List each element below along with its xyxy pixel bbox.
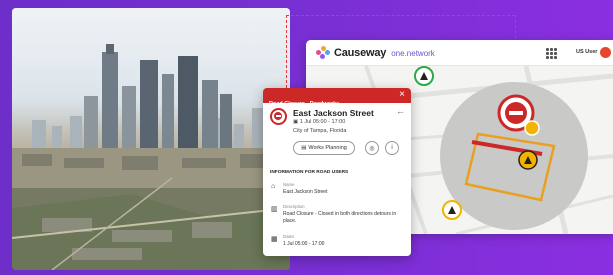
user-label[interactable]: US User: [576, 49, 597, 55]
brand-subtitle: one.network: [391, 48, 435, 58]
arrow-left-icon[interactable]: ←: [396, 106, 405, 116]
document-icon: ▥: [271, 206, 278, 213]
field-label-dates: Dates: [283, 234, 295, 239]
connector-line-top: [286, 15, 515, 16]
apps-grid-icon[interactable]: [546, 48, 557, 59]
roadworks-marker-center: [518, 150, 538, 170]
field-value-name: East Jackson Street: [283, 189, 328, 195]
clipboard-icon: ▤: [301, 145, 307, 151]
popup-city: City of Tampa, Florida: [293, 128, 347, 134]
roadworks-marker-top: [414, 66, 434, 86]
close-icon[interactable]: ×: [399, 89, 405, 101]
works-planning-button[interactable]: ▤ Works Planning: [293, 141, 355, 155]
popup-time: ▣ 1 Jul 05:00 - 17:00: [293, 119, 346, 125]
logo-mark-icon: [316, 46, 330, 60]
road-closure-icon: [270, 108, 287, 125]
popup-header: Road Closure - Roadworks ×: [263, 88, 411, 107]
user-avatar-icon[interactable]: [600, 47, 611, 58]
brand-name: Causeway: [334, 47, 387, 59]
popup-header-title: Road Closure - Roadworks: [269, 101, 340, 107]
field-value-dates: 1 Jul 05:00 - 17:00: [283, 241, 325, 247]
connector-line-left: [286, 15, 287, 88]
field-value-description: Road Closure - Closed in both directions…: [283, 211, 397, 224]
incident-popup: Road Closure - Roadworks × East Jackson …: [263, 88, 411, 256]
map-header: Causeway one.network US User: [306, 40, 613, 66]
calendar-icon: ▦: [271, 236, 278, 243]
roadworks-marker-bottom: [442, 200, 462, 220]
calendar-small-icon: ▣: [293, 119, 300, 125]
city-skyline-photo: [12, 8, 290, 270]
tag-icon: ⌂: [271, 183, 276, 190]
street-name: East Jackson Street: [293, 108, 374, 118]
causeway-logo[interactable]: Causeway one.network: [316, 46, 435, 60]
field-label-description: Description: [283, 204, 305, 209]
info-heading: INFORMATION FOR ROAD USERS: [270, 170, 349, 175]
info-icon[interactable]: i: [385, 141, 399, 155]
field-label-name: Name: [283, 182, 295, 187]
target-icon[interactable]: ◎: [365, 141, 379, 155]
works-planning-label: Works Planning: [308, 145, 347, 151]
